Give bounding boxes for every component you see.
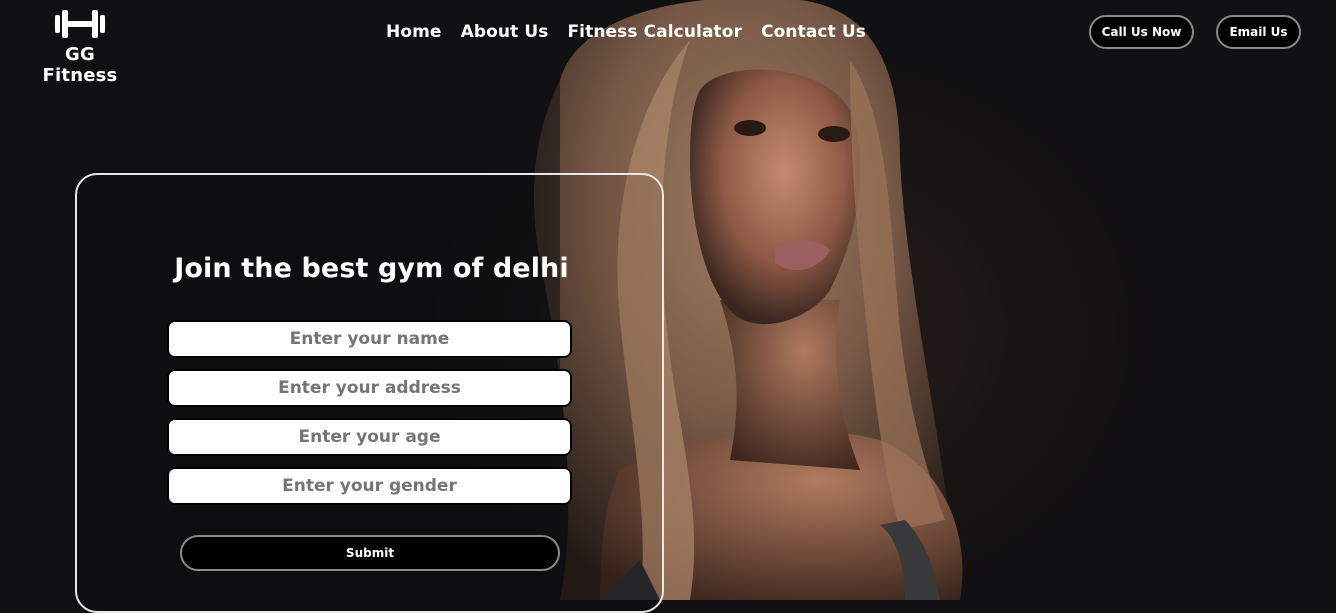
join-form-card: Join the best gym of delhi Submit	[75, 173, 664, 613]
brand-name: GG Fitness	[42, 44, 118, 86]
nav-link-fitness-calculator[interactable]: Fitness Calculator	[567, 22, 742, 42]
call-us-now-button[interactable]: Call Us Now	[1089, 15, 1194, 49]
name-input[interactable]	[167, 320, 572, 358]
age-input[interactable]	[167, 418, 572, 456]
dumbbell-icon	[55, 10, 105, 38]
form-title: Join the best gym of delhi	[174, 253, 569, 284]
nav-link-about-us[interactable]: About Us	[461, 22, 549, 42]
nav-link-contact-us[interactable]: Contact Us	[761, 22, 866, 42]
nav-link-home[interactable]: Home	[386, 22, 442, 42]
main-nav: Home About Us Fitness Calculator Contact…	[386, 22, 885, 42]
submit-button[interactable]: Submit	[180, 535, 560, 571]
gender-input[interactable]	[167, 467, 572, 505]
address-input[interactable]	[167, 369, 572, 407]
brand-logo[interactable]: GG Fitness	[28, 8, 132, 86]
email-us-button[interactable]: Email Us	[1216, 15, 1301, 49]
